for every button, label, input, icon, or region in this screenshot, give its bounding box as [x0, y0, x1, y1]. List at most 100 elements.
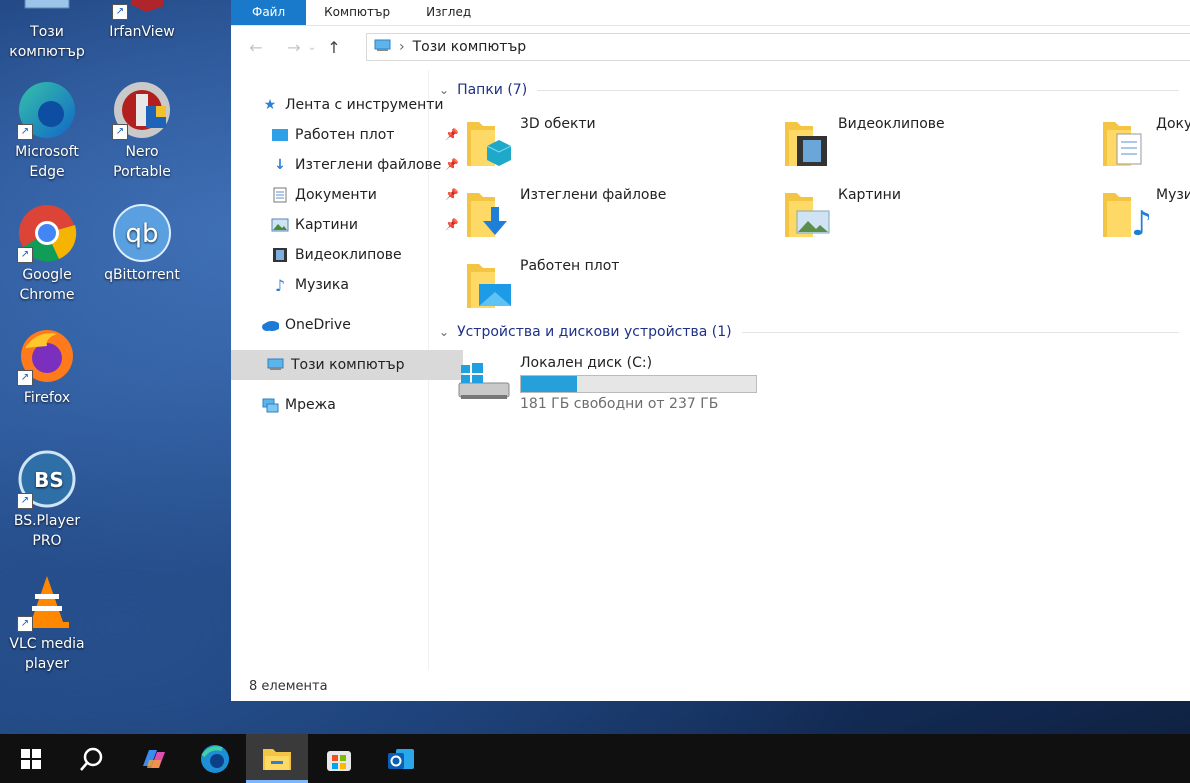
search-button[interactable] — [60, 734, 122, 783]
irfanview-icon: ↗ — [112, 0, 172, 20]
desktop-icon-label: Google Chrome — [19, 267, 75, 303]
folder-music[interactable]: ♪ Музика — [1101, 187, 1190, 251]
taskbar — [0, 734, 1190, 783]
folder-documents[interactable]: Документи — [1101, 116, 1190, 180]
sidebar-item-label: Работен плот — [295, 127, 395, 143]
qbittorrent-glyph: qb — [125, 219, 158, 249]
computer-icon — [267, 356, 285, 374]
tab-computer[interactable]: Компютър — [306, 0, 408, 25]
navigation-bar: ← → ⌄ ↑ › Този компютър — [231, 26, 1190, 70]
item-count: 8 елемента — [249, 679, 328, 694]
drive-usage-fill — [521, 376, 578, 392]
sidebar-item-quick-access[interactable]: ★ Лента с инструменти — [231, 90, 457, 120]
ribbon-tabs: Файл Компютър Изглед — [231, 0, 1190, 26]
shortcut-arrow-icon: ↗ — [17, 124, 33, 140]
desktop-icon-label: Този компютър — [9, 24, 85, 60]
chevron-down-icon: ⌄ — [439, 325, 450, 339]
downloads-folder-icon — [465, 187, 513, 241]
edge-taskbar-button[interactable] — [184, 734, 246, 783]
sidebar-item-label: Изтеглени файлове — [295, 157, 442, 173]
computer-icon — [17, 0, 77, 20]
folder-label: Изтеглени файлове — [520, 187, 667, 203]
desktop-icon-vlc-media-player[interactable]: ↗ VLC media player — [0, 572, 94, 674]
folder-pictures[interactable]: Картини — [783, 187, 1083, 251]
forward-arrow-icon[interactable]: → — [283, 37, 305, 59]
vlc-icon: ↗ — [17, 572, 77, 632]
copilot-icon — [143, 749, 165, 768]
windows-logo-icon — [21, 748, 41, 769]
desktop-icon-label: Firefox — [23, 390, 71, 406]
outlook-taskbar-button[interactable] — [370, 734, 432, 783]
desktop-icon-qbittorrent[interactable]: qb qBittorrent — [95, 203, 189, 285]
desktop-icon-label: Microsoft Edge — [15, 144, 79, 180]
desktop-icon-label: BS.Player PRO — [13, 513, 81, 549]
tab-file[interactable]: Файл — [231, 0, 307, 25]
pictures-folder-icon — [783, 187, 831, 241]
chevron-down-icon: ⌄ — [439, 83, 450, 97]
folder-3d-objects[interactable]: 3D обекти — [465, 116, 765, 180]
group-title: Папки (7) — [457, 82, 528, 98]
desktop-icon-google-chrome[interactable]: ↗ Google Chrome — [0, 203, 94, 305]
group-divider — [741, 331, 1179, 333]
shortcut-arrow-icon: ↗ — [17, 616, 33, 632]
tab-view[interactable]: Изглед — [408, 0, 489, 25]
pictures-icon — [271, 216, 289, 234]
group-header-folders[interactable]: ⌄ Папки (7) — [439, 82, 1179, 98]
drive-usage-bar — [520, 375, 757, 393]
folder-label: Картини — [838, 187, 901, 203]
status-bar: 8 елемента — [231, 672, 1190, 701]
desktop-icon-label: qBittorrent — [104, 267, 180, 283]
up-arrow-icon[interactable]: ↑ — [323, 37, 345, 59]
sidebar-item-onedrive[interactable]: OneDrive — [231, 310, 457, 340]
recent-locations-chevron-icon[interactable]: ⌄ — [305, 37, 319, 59]
desktop-icon-bsplayer-pro[interactable]: BS ↗ BS.Player PRO — [0, 449, 94, 551]
bsplayer-glyph: BS — [34, 468, 64, 492]
film-icon — [271, 246, 289, 264]
file-explorer-window: Файл Компютър Изглед ← → ⌄ ↑ › Този комп… — [231, 0, 1190, 701]
drive-local-c[interactable]: Локален диск (C:) 181 ГБ свободни от 237… — [457, 355, 787, 421]
folder-desktop[interactable]: Работен плот — [465, 258, 765, 322]
download-arrow-icon: ↓ — [274, 157, 286, 173]
cloud-icon — [261, 316, 279, 334]
back-arrow-icon[interactable]: ← — [245, 37, 267, 59]
sidebar-item-label: OneDrive — [285, 317, 351, 333]
address-bar[interactable]: › Този компютър — [366, 33, 1190, 61]
copilot-button[interactable] — [122, 734, 184, 783]
shortcut-arrow-icon: ↗ — [17, 247, 33, 263]
music-folder-icon: ♪ — [1101, 187, 1153, 244]
group-header-devices[interactable]: ⌄ Устройства и дискови устройства (1) — [439, 324, 1179, 340]
sidebar-item-label: Мрежа — [285, 397, 336, 413]
documents-folder-icon — [1101, 116, 1149, 170]
drive-label: Локален диск (C:) — [520, 355, 653, 371]
edge-icon: ↗ — [17, 80, 77, 140]
computer-icon — [373, 37, 393, 57]
desktop-icon — [271, 126, 289, 144]
folder-videos[interactable]: Видеоклипове — [783, 116, 1083, 180]
outlook-icon — [388, 748, 414, 769]
desktop-icon-irfanview[interactable]: ↗ IrfanView — [95, 0, 189, 42]
folder-icon — [263, 748, 291, 770]
desktop-icon-nero-portable[interactable]: ↗ Nero Portable — [95, 80, 189, 182]
desktop-icon-microsoft-edge[interactable]: ↗ Microsoft Edge — [0, 80, 94, 182]
file-explorer-taskbar-button[interactable] — [246, 734, 308, 783]
folder-downloads[interactable]: Изтеглени файлове — [465, 187, 765, 251]
group-divider — [537, 89, 1179, 91]
shortcut-arrow-icon: ↗ — [112, 124, 128, 140]
shortcut-arrow-icon: ↗ — [112, 4, 128, 20]
sidebar-item-network[interactable]: Мрежа — [231, 390, 457, 420]
desktop-icon-label: IrfanView — [109, 24, 175, 40]
folder-label: Видеоклипове — [838, 116, 945, 132]
folder-label: 3D обекти — [520, 116, 596, 132]
store-taskbar-button[interactable] — [308, 734, 370, 783]
hard-drive-icon — [457, 357, 513, 411]
navigation-pane: ★ Лента с инструменти Работен плот 📌 ↓ И… — [231, 70, 463, 670]
group-title: Устройства и дискови устройства (1) — [457, 324, 732, 340]
star-icon: ★ — [263, 97, 277, 113]
desktop-icon-this-pc[interactable]: Този компютър — [0, 0, 94, 62]
videos-folder-icon — [783, 116, 831, 170]
sidebar-item-label: Видеоклипове — [295, 247, 402, 263]
desktop-icon-firefox[interactable]: ↗ Firefox — [0, 326, 94, 408]
breadcrumb-chevron-icon: › — [399, 39, 405, 55]
start-button[interactable] — [0, 734, 62, 783]
chrome-icon: ↗ — [17, 203, 77, 263]
